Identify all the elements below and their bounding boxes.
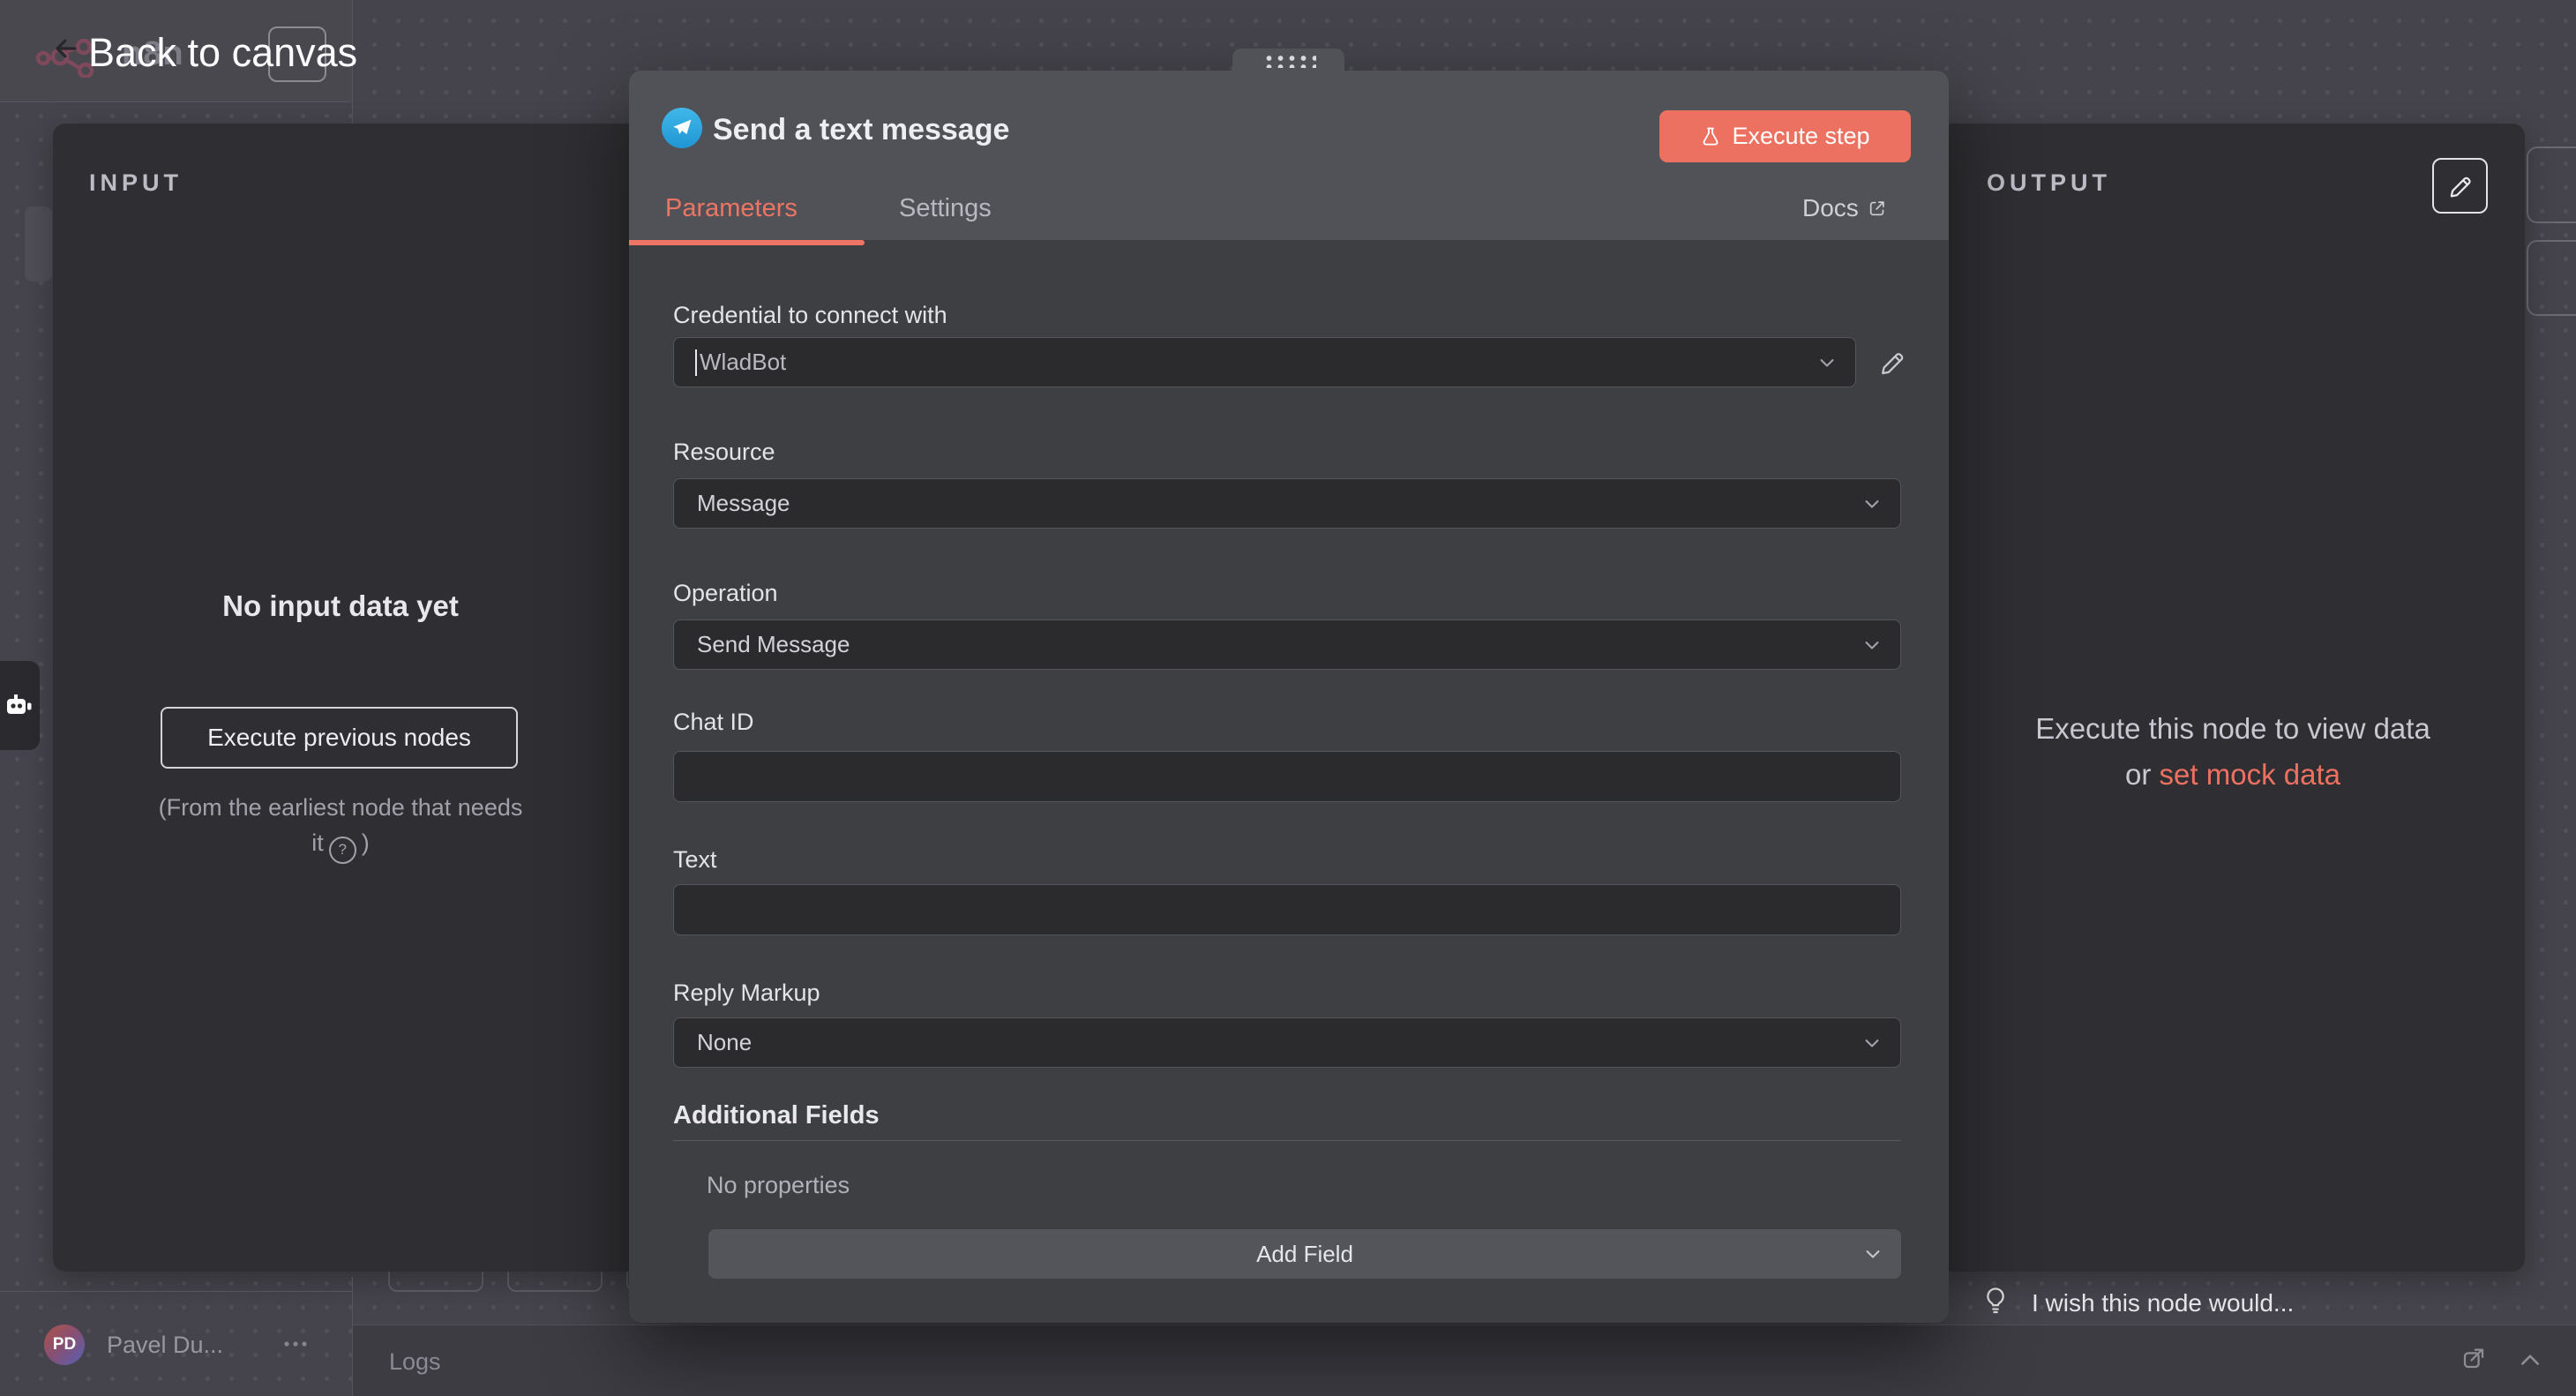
execute-previous-nodes-button[interactable]: Execute previous nodes [161,707,518,769]
canvas-node-edge-top[interactable] [2527,146,2576,223]
user-avatar[interactable]: PD [44,1325,85,1365]
output-panel-title: OUTPUT [1987,169,2111,197]
lightbulb-icon [1986,1287,2005,1314]
output-empty-state: Execute this node to view data or set mo… [1941,706,2525,798]
expand-logs-chevron-up-icon[interactable] [2519,1351,2542,1367]
hint-close-paren: ) [362,829,370,856]
n8n-node-detail-view: n8n Back to canvas INPUT No input data y… [0,0,2576,1396]
output-empty-line1: Execute this node to view data [1941,706,2525,752]
resource-value: Message [697,490,790,517]
user-name[interactable]: Pavel Du... [107,1332,223,1359]
reply-markup-select[interactable]: None [673,1017,1901,1068]
input-empty-state: No input data yet [53,589,628,623]
chevron-down-icon [1860,492,1884,516]
text-label: Text [673,846,717,874]
back-arrow-icon[interactable] [53,35,79,62]
chat-id-input[interactable] [674,752,1900,801]
chevron-down-icon [1861,1242,1885,1266]
input-panel: INPUT No input data yet Execute previous… [53,124,645,1272]
chevron-down-icon [1860,1031,1884,1055]
set-mock-data-link[interactable]: set mock data [2160,758,2340,791]
additional-fields-divider [673,1140,1901,1141]
docs-label: Docs [1802,194,1859,222]
logs-panel-title[interactable]: Logs [389,1348,441,1376]
credential-value: WladBot [700,349,786,376]
canvas-node-sliver[interactable] [25,206,52,281]
canvas-node-edge-bottom[interactable] [2527,240,2576,316]
chevron-down-icon [1860,633,1884,657]
hint-line1: (From the earliest node that needs [159,794,523,821]
edit-credential-pencil-icon[interactable] [1877,348,1907,378]
add-field-button[interactable]: Add Field [708,1229,1901,1279]
resource-label: Resource [673,439,775,466]
modal-drag-handle[interactable] [1232,49,1344,71]
drag-dots-icon [1262,53,1316,68]
or-text: or [2125,758,2160,791]
output-panel: OUTPUT Execute this node to view data or… [1941,124,2525,1272]
operation-select[interactable]: Send Message [673,619,1901,670]
no-input-data-title: No input data yet [53,589,628,623]
header-bottom-divider [0,101,353,102]
edit-output-button[interactable] [2432,158,2488,214]
flask-icon [1700,126,1721,147]
text-caret [695,349,697,376]
chat-trigger-node[interactable] [0,661,40,750]
operation-label: Operation [673,580,778,607]
chat-id-field [673,751,1901,802]
no-properties-text: No properties [707,1172,850,1199]
input-panel-title: INPUT [89,169,183,197]
node-title: Send a text message [713,113,1009,147]
output-empty-line2: or set mock data [1941,752,2525,798]
additional-fields-title: Additional Fields [673,1101,880,1130]
docs-link[interactable]: Docs [1802,194,1887,222]
text-field [673,884,1901,935]
resource-select[interactable]: Message [673,478,1901,529]
open-logs-popout-icon[interactable] [2460,1345,2487,1371]
reply-markup-label: Reply Markup [673,979,820,1007]
reply-markup-value: None [697,1029,752,1056]
operation-value: Send Message [697,631,850,658]
external-link-icon [1868,199,1887,218]
execute-step-label: Execute step [1732,123,1869,150]
user-menu-ellipsis-icon[interactable] [281,1338,311,1350]
sidebar-user-divider [0,1291,353,1292]
active-tab-underline [629,240,865,245]
logs-bar[interactable] [353,1325,2576,1396]
telegram-icon [662,108,702,148]
pencil-icon [2446,172,2475,200]
chat-id-label: Chat ID [673,709,754,736]
credential-label: Credential to connect with [673,302,947,329]
tab-parameters[interactable]: Parameters [665,194,798,223]
execute-previous-nodes-label: Execute previous nodes [207,724,471,752]
back-to-canvas-label[interactable]: Back to canvas [88,30,357,76]
node-feedback-link[interactable]: I wish this node would... [2032,1289,2294,1317]
help-question-icon[interactable]: ? [329,837,356,864]
hint-line2: it [311,829,324,856]
chevron-down-icon [1815,350,1839,375]
node-settings-modal: Send a text message Execute step Paramet… [629,71,1949,1323]
input-hint: (From the earliest node that needs it?) [53,790,628,864]
text-input[interactable] [674,885,1900,934]
robot-icon [4,691,34,721]
credential-select[interactable]: WladBot [673,337,1856,387]
tab-settings[interactable]: Settings [899,194,992,223]
add-field-label: Add Field [1256,1241,1353,1268]
execute-step-button[interactable]: Execute step [1659,110,1911,162]
